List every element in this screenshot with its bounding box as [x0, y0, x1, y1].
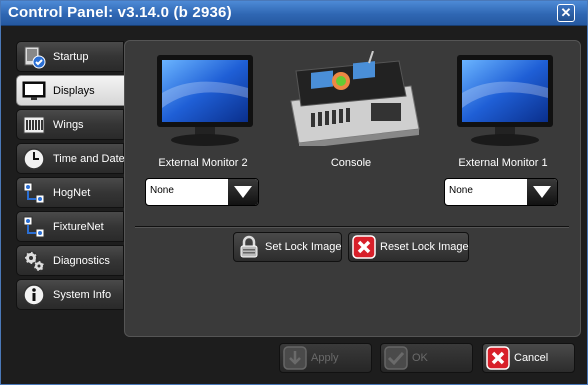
divider: [135, 226, 569, 228]
apply-label: Apply: [311, 352, 339, 364]
sidebar-item-wings[interactable]: Wings: [16, 109, 124, 140]
external-monitor-1-value: None: [449, 185, 473, 196]
sidebar-item-system-info[interactable]: System Info: [16, 279, 124, 310]
sidebar-item-hognet[interactable]: HogNet: [16, 177, 124, 208]
chevron-down-icon: [228, 179, 258, 205]
sidebar-item-startup[interactable]: Startup: [16, 41, 124, 72]
ok-button[interactable]: OK: [380, 343, 473, 373]
clock-icon: [23, 148, 45, 170]
gears-icon: [24, 251, 45, 272]
set-lock-image-button[interactable]: Set Lock Image: [233, 232, 342, 262]
check-icon: [384, 346, 408, 370]
external-monitor-1-image: [457, 55, 553, 146]
sidebar-item-label: HogNet: [53, 187, 91, 199]
sidebar: Startup Displays Wings Time and Date Hog…: [16, 41, 128, 321]
close-icon: [486, 346, 510, 370]
sidebar-item-label: Startup: [53, 51, 89, 63]
sidebar-item-label: Displays: [53, 85, 95, 97]
external-monitor-2-image: [157, 55, 253, 146]
cancel-button[interactable]: Cancel: [482, 343, 575, 373]
reset-lock-image-button[interactable]: Reset Lock Image: [348, 232, 469, 262]
wing-icon: [23, 116, 45, 134]
sidebar-item-label: FixtureNet: [53, 221, 104, 233]
external-monitor-2-value: None: [150, 185, 174, 196]
sidebar-item-displays[interactable]: Displays: [16, 75, 128, 106]
external-monitor-1-label: External Monitor 1: [458, 157, 548, 169]
sidebar-item-label: Wings: [53, 119, 84, 131]
displays-panel: External Monitor 2 None Console External…: [124, 40, 581, 337]
network-icon: [23, 182, 45, 204]
sidebar-item-fixturenet[interactable]: FixtureNet: [16, 211, 124, 242]
window-title: Control Panel: v3.14.0 (b 2936): [8, 4, 232, 21]
monitor-icon: [22, 81, 46, 100]
console-label: Console: [330, 157, 372, 169]
apply-button[interactable]: Apply: [279, 343, 372, 373]
ok-label: OK: [412, 352, 428, 364]
sidebar-item-time-and-date[interactable]: Time and Date: [16, 143, 125, 174]
close-button[interactable]: ✕: [557, 4, 575, 22]
lock-icon: [240, 235, 258, 258]
external-monitor-1-select[interactable]: None: [444, 178, 558, 206]
console-image: [290, 51, 420, 146]
external-monitor-2-label: External Monitor 2: [158, 157, 248, 169]
apply-icon: [283, 346, 307, 370]
sidebar-item-label: System Info: [53, 289, 112, 301]
network-icon: [23, 216, 45, 238]
close-icon: [352, 235, 376, 259]
title-bar[interactable]: Control Panel: v3.14.0 (b 2936) ✕: [1, 1, 587, 26]
startup-icon: [24, 46, 46, 69]
external-monitor-2-select[interactable]: None: [145, 178, 259, 206]
control-panel-window: Control Panel: v3.14.0 (b 2936) ✕ Startu…: [0, 0, 588, 385]
set-lock-image-label: Set Lock Image: [265, 241, 342, 253]
cancel-label: Cancel: [514, 352, 549, 364]
sidebar-item-diagnostics[interactable]: Diagnostics: [16, 245, 124, 276]
reset-lock-image-label: Reset Lock Image: [380, 241, 469, 253]
chevron-down-icon: [527, 179, 557, 205]
sidebar-item-label: Time and Date: [53, 153, 125, 165]
info-icon: [23, 284, 45, 306]
sidebar-item-label: Diagnostics: [53, 255, 110, 267]
